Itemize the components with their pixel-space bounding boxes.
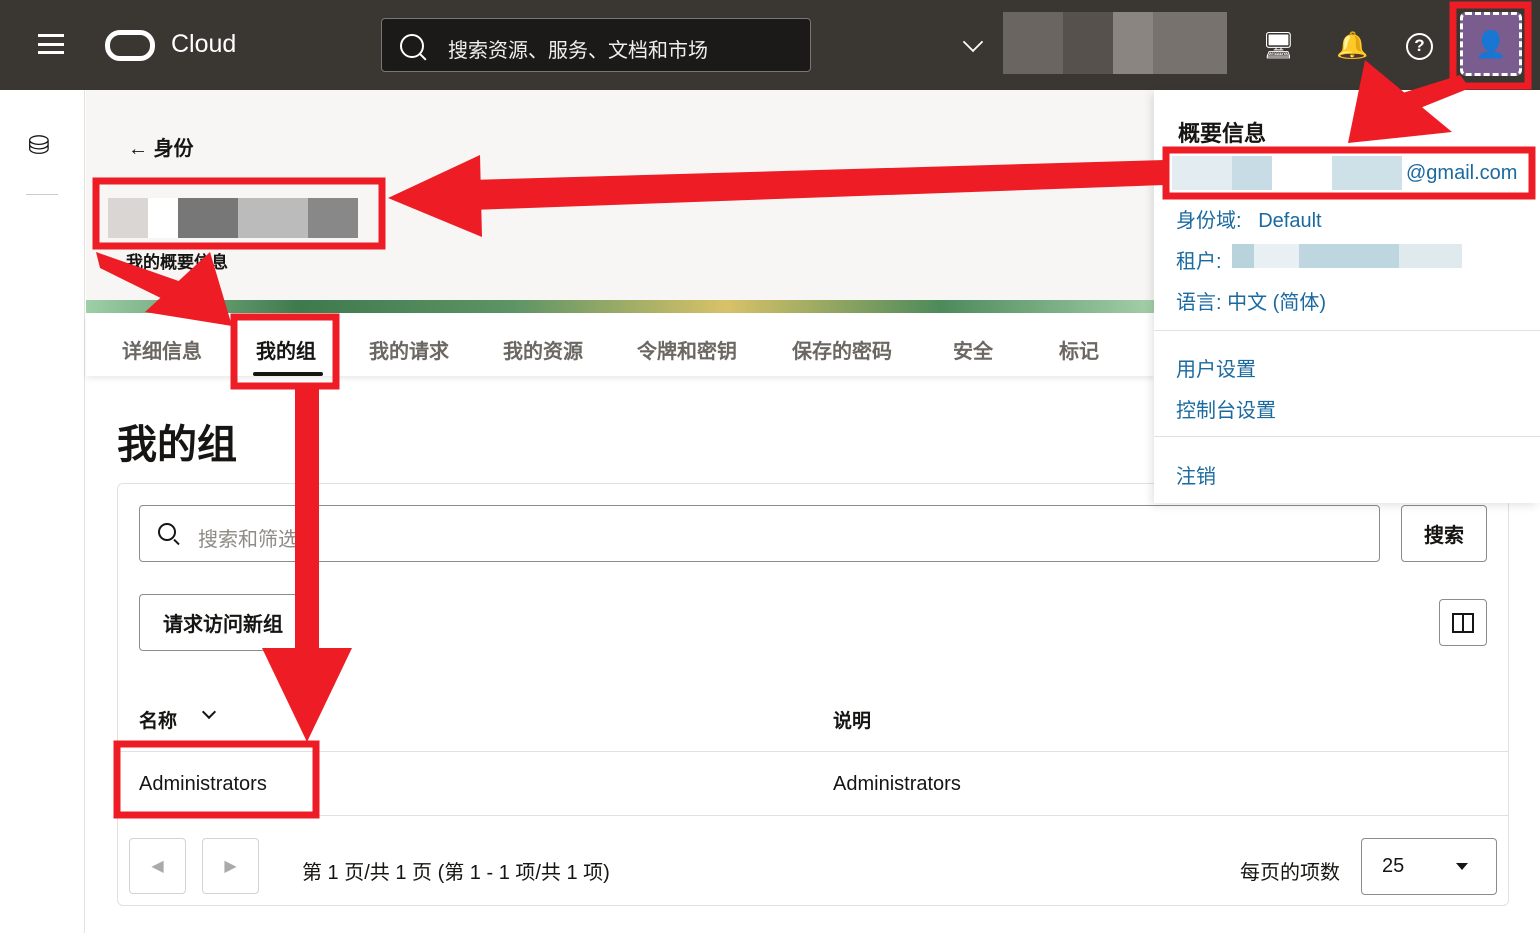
arrow-head-avatar: [1348, 60, 1452, 143]
highlight-box-username: [92, 177, 386, 250]
arrow-head-email: [388, 155, 482, 237]
highlight-box-email: [1162, 146, 1536, 200]
arrow-head-down: [262, 648, 352, 742]
highlight-box-tab: [230, 313, 340, 390]
arrow-shaft-email: [470, 160, 1165, 210]
highlight-box-administrators: [113, 740, 320, 819]
annotation-overlay: [92, 1, 1536, 819]
arrow-shaft-down: [295, 388, 319, 655]
highlight-box-avatar: [1449, 1, 1532, 90]
